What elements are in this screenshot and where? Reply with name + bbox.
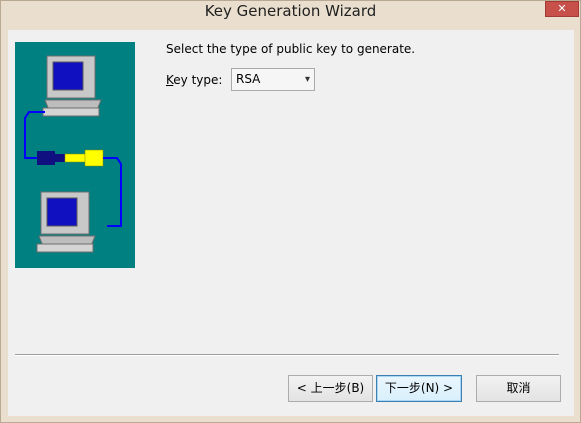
key-type-label: Key type: xyxy=(166,73,222,87)
title-bar: Key Generation Wizard ✕ xyxy=(1,1,580,23)
key-type-value: RSA xyxy=(236,72,261,86)
wizard-window: Key Generation Wizard ✕ Select the type … xyxy=(0,0,581,423)
computer-top-icon xyxy=(42,55,102,117)
close-button[interactable]: ✕ xyxy=(545,1,579,17)
key-type-label-rest: ey type: xyxy=(173,73,223,87)
computers-key-icon xyxy=(24,55,122,253)
key-icon xyxy=(37,149,104,167)
window-title: Key Generation Wizard xyxy=(204,2,377,20)
wizard-illustration xyxy=(15,42,135,268)
button-separator xyxy=(15,354,559,356)
chevron-down-icon: ▾ xyxy=(304,74,310,85)
cancel-button[interactable]: 取消 xyxy=(476,375,561,402)
next-button[interactable]: 下一步(N) > xyxy=(376,375,462,402)
computer-bottom-icon xyxy=(36,191,96,253)
wizard-client-area: Select the type of public key to generat… xyxy=(8,30,574,416)
back-button[interactable]: < 上一步(B) xyxy=(288,375,373,402)
close-icon: ✕ xyxy=(557,2,567,15)
key-type-select[interactable]: RSA ▾ xyxy=(231,68,315,91)
instruction-text: Select the type of public key to generat… xyxy=(166,42,416,56)
